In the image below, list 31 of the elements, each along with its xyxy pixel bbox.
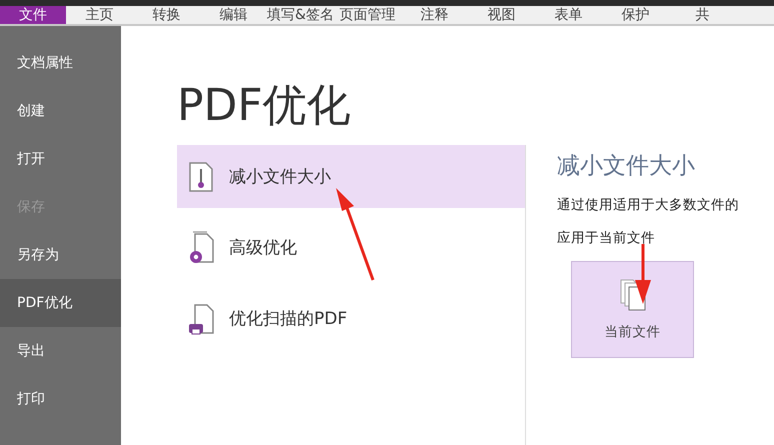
sidebar-item[interactable]: 文档属性 — [0, 39, 121, 87]
menu-tab[interactable]: 编辑 — [200, 6, 267, 24]
menu-tab[interactable]: 表单 — [535, 6, 602, 24]
option-item[interactable]: 减小文件大小 — [177, 145, 525, 208]
sidebar-item[interactable]: 打印 — [0, 375, 121, 423]
option-label: 减小文件大小 — [229, 166, 331, 188]
sidebar-item[interactable]: 创建 — [0, 87, 121, 135]
current-file-button[interactable]: 当前文件 — [571, 261, 694, 358]
gear-document-icon — [187, 230, 215, 266]
menu-tab[interactable]: 填写&签名 — [267, 6, 334, 24]
description-text: 通过使用适用于大多数文件的 — [557, 196, 739, 214]
page-title: PDF优化 — [177, 79, 351, 133]
option-label: 高级优化 — [229, 237, 297, 259]
menu-tab[interactable]: 注释 — [401, 6, 468, 24]
menu-tab[interactable]: 文件 — [0, 6, 66, 24]
sidebar-item[interactable]: 另存为 — [0, 231, 121, 279]
menu-tab[interactable]: 共 — [669, 6, 736, 24]
sidebar-item[interactable]: PDF优化 — [0, 279, 121, 327]
arrow-annotation — [633, 244, 653, 306]
sidebar-item[interactable]: 导出 — [0, 327, 121, 375]
option-item[interactable]: 高级优化 — [177, 216, 525, 279]
option-label: 优化扫描的PDF — [229, 308, 348, 330]
section-title: 减小文件大小 — [557, 152, 695, 181]
menu-tab[interactable]: 转换 — [133, 6, 200, 24]
menu-tab[interactable]: 页面管理 — [334, 6, 401, 24]
menu-tab[interactable]: 视图 — [468, 6, 535, 24]
menu-tab[interactable]: 保护 — [602, 6, 669, 24]
apply-label: 应用于当前文件 — [557, 229, 655, 247]
menu-tab[interactable]: 主页 — [66, 6, 133, 24]
option-item[interactable]: 优化扫描的PDF — [177, 287, 525, 350]
sidebar-item[interactable]: 打开 — [0, 135, 121, 183]
